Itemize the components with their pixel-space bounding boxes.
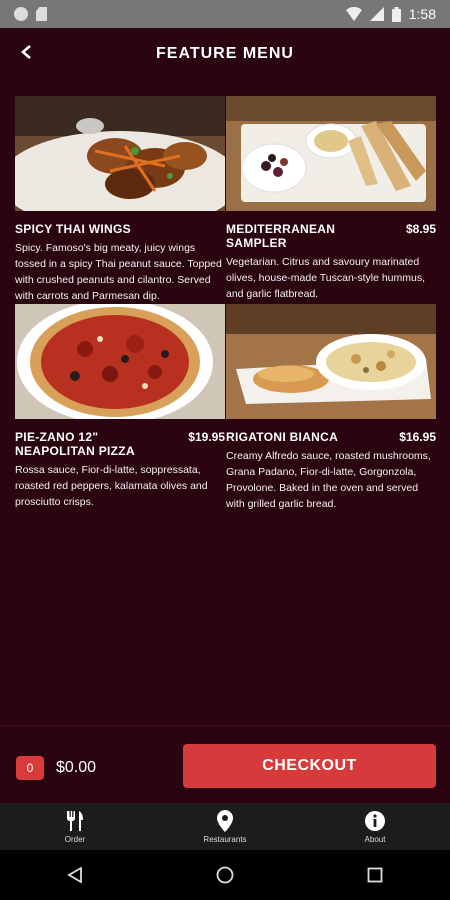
menu-item-price: $19.95 [188, 430, 225, 444]
status-bar: 1:58 [0, 0, 450, 28]
menu-item-neapolitan-pizza[interactable]: PIE-ZANO 12" NEAPOLITAN PIZZA $19.95 Ros… [15, 304, 225, 512]
system-home-icon[interactable] [216, 866, 234, 884]
nav-label: Restaurants [203, 834, 247, 844]
menu-item-name: RIGATONI BIANCA [226, 430, 339, 444]
nav-label: Order [64, 834, 86, 844]
back-arrow-icon [21, 45, 31, 59]
menu-item-price: $8.95 [405, 222, 436, 236]
nav-item-order[interactable]: Order [0, 803, 150, 850]
menu-item-price: $16.95 [399, 430, 436, 444]
bottom-nav: Order Restaurants About [0, 803, 450, 850]
system-nav-bar [0, 850, 450, 900]
back-button[interactable] [12, 38, 40, 66]
cart-bar: 0 $0.00 CHECKOUT [0, 725, 450, 804]
system-recents-icon[interactable] [367, 867, 383, 883]
pizza-image [15, 304, 225, 419]
cart-count-badge[interactable]: 0 [16, 756, 44, 780]
sd-card-icon [36, 7, 47, 21]
nav-label: About [364, 834, 386, 844]
info-icon [365, 810, 385, 831]
menu-item-rigatoni-bianca[interactable]: RIGATONI BIANCA $16.95 Creamy Alfredo sa… [226, 304, 436, 512]
feature-menu: SPICY THAI WINGS Spicy. Famoso's big mea… [15, 96, 436, 512]
checkout-button[interactable]: CHECKOUT [183, 744, 436, 788]
menu-item-name: MEDITERRANEAN SAMPLER [226, 222, 336, 250]
nav-item-about[interactable]: About [300, 803, 450, 850]
notification-dot-icon [14, 7, 28, 21]
sampler-image [226, 96, 436, 211]
status-time: 1:58 [408, 6, 436, 22]
system-back-icon[interactable] [66, 867, 83, 883]
menu-item-description: Spicy. Famoso's big meaty, juicy wings t… [15, 242, 222, 302]
menu-item-description: Rossa sauce, Fior-di-latte, soppressata,… [15, 464, 208, 508]
menu-item-name: PIE-ZANO 12" NEAPOLITAN PIZZA [15, 430, 135, 458]
location-pin-icon [217, 809, 233, 832]
page-title: FEATURE MENU [156, 45, 294, 62]
nav-item-restaurants[interactable]: Restaurants [150, 803, 300, 850]
fork-knife-icon [67, 810, 83, 831]
wings-image [15, 96, 225, 211]
header: FEATURE MENU [0, 28, 450, 80]
rigatoni-image [226, 304, 436, 419]
menu-item-name: SPICY THAI WINGS [15, 222, 131, 236]
menu-item-spicy-thai-wings[interactable]: SPICY THAI WINGS Spicy. Famoso's big mea… [15, 96, 225, 304]
menu-item-description: Creamy Alfredo sauce, roasted mushrooms,… [226, 450, 431, 510]
battery-icon [391, 6, 401, 22]
menu-item-description: Vegetarian. Citrus and savoury marinated… [226, 256, 426, 300]
signal-icon [369, 7, 384, 21]
cart-total: $0.00 [56, 759, 97, 776]
menu-item-mediterranean-sampler[interactable]: MEDITERRANEAN SAMPLER $8.95 Vegetarian. … [226, 96, 436, 304]
wifi-icon [345, 7, 362, 21]
